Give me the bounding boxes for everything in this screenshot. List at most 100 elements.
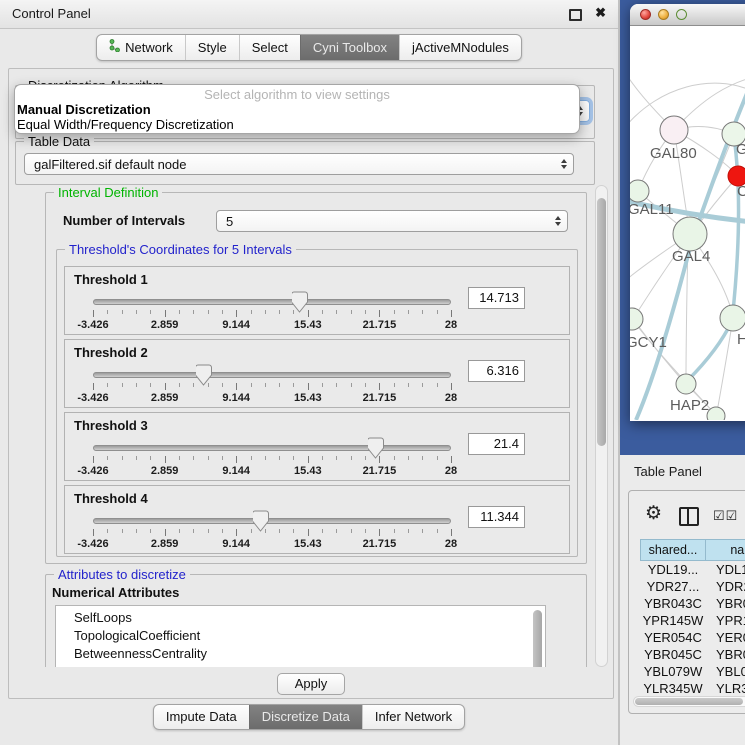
table-row[interactable]: YPR145WYPR1	[640, 612, 745, 629]
tick-label: -3.426	[77, 319, 108, 331]
threshold-3-value-field[interactable]: 21.4	[468, 433, 525, 455]
cell[interactable]: YBL0	[706, 663, 745, 680]
node-gal11[interactable]	[630, 180, 649, 202]
tab-jactivemnodules[interactable]: jActiveMNodules	[399, 35, 521, 60]
cell[interactable]: YBR045C	[640, 646, 706, 663]
settings-vertical-scrollbar[interactable]	[595, 185, 608, 667]
network-canvas[interactable]: GAL80 GA C GAL11 GAL4 GCY1 H HAP2	[630, 26, 745, 420]
table-row[interactable]: YBL079WYBL0	[640, 663, 745, 680]
table-row[interactable]: YLR345WYLR3	[640, 680, 745, 697]
tab-infer-network[interactable]: Infer Network	[362, 705, 464, 729]
threshold-panel-3: Threshold 3 -3.426 2.859	[64, 412, 570, 481]
cell[interactable]: YBL079W	[640, 663, 706, 680]
tick-label: 2.859	[151, 319, 179, 331]
node-gcy1[interactable]	[630, 308, 643, 330]
threshold-4-slider[interactable]: -3.426 2.859 9.144 15.43 21.715 28	[93, 510, 451, 550]
node-gal80[interactable]	[660, 116, 688, 144]
tab-select[interactable]: Select	[239, 35, 300, 60]
tick-label: 2.859	[151, 538, 179, 550]
attributes-group: Attributes to discretize Numerical Attri…	[45, 574, 587, 667]
table-row[interactable]: YDR27...YDR2	[640, 578, 745, 595]
threshold-2-value-field[interactable]: 6.316	[468, 360, 525, 382]
number-of-intervals-value: 5	[226, 214, 233, 229]
cell[interactable]: YDL1	[706, 561, 745, 578]
list-item-betweennesscentrality[interactable]: BetweennessCentrality	[56, 645, 545, 663]
column-header-name[interactable]: name	[705, 539, 745, 561]
cell[interactable]: YBR0	[706, 595, 745, 612]
cell[interactable]: YBR043C	[640, 595, 706, 612]
list-item-topologicalcoefficient[interactable]: TopologicalCoefficient	[56, 627, 545, 645]
tick-label: 21.715	[363, 465, 397, 477]
dropdown-item-equal-width[interactable]: Equal Width/Frequency Discretization	[15, 117, 579, 132]
table-data-group: Table Data galFiltered.sif default node	[15, 141, 595, 185]
numerical-attributes-label: Numerical Attributes	[52, 585, 179, 600]
cell[interactable]: YPR1	[706, 612, 745, 629]
table-horizontal-scrollbar[interactable]	[633, 696, 745, 707]
tab-cyni-label: Cyni Toolbox	[313, 40, 387, 55]
interval-definition-label: Interval Definition	[54, 185, 162, 200]
cell[interactable]: YER0	[706, 629, 745, 646]
cell[interactable]: YLR3	[706, 680, 745, 697]
column-header-shared-name[interactable]: shared...	[640, 539, 706, 561]
split-column-icon[interactable]	[679, 507, 699, 526]
zoom-traffic-light-icon[interactable]	[676, 9, 687, 20]
slider-track[interactable]	[93, 299, 451, 305]
node-bottom[interactable]	[707, 407, 725, 420]
cell[interactable]: YPR145W	[640, 612, 706, 629]
table-data-select[interactable]: galFiltered.sif default node	[24, 153, 574, 175]
list-item-selfloops[interactable]: SelfLoops	[56, 606, 545, 627]
threshold-4-value-field[interactable]: 11.344	[468, 506, 525, 528]
float-window-icon[interactable]	[569, 9, 582, 21]
table-row[interactable]: YDL19...YDL1	[640, 561, 745, 578]
tab-jactive-label: jActiveMNodules	[412, 40, 509, 55]
tab-network[interactable]: Network	[97, 35, 185, 60]
select-columns-checkbox-icons[interactable]: ☑☑	[713, 508, 738, 524]
apply-button[interactable]: Apply	[277, 673, 345, 695]
scrollbar-thumb[interactable]	[635, 698, 743, 705]
table-row[interactable]: YER054CYER0	[640, 629, 745, 646]
node-hap2[interactable]	[676, 374, 696, 394]
tab-discretize-data[interactable]: Discretize Data	[249, 705, 362, 729]
slider-track[interactable]	[93, 445, 451, 451]
combo-arrows-icon	[561, 159, 567, 169]
algorithm-dropdown-popup: Select algorithm to view settings Manual…	[14, 84, 580, 134]
table-row[interactable]: YBR043CYBR0	[640, 595, 745, 612]
dropdown-item-manual[interactable]: Manual Discretization	[15, 102, 579, 117]
threshold-2-slider[interactable]: -3.426 2.859 9.144 15.43 21.715 28	[93, 364, 451, 404]
table-panel-title: Table Panel	[634, 464, 702, 479]
minimize-traffic-light-icon[interactable]	[658, 9, 669, 20]
gear-icon[interactable]: ⚙	[645, 502, 662, 525]
threshold-1-value-field[interactable]: 14.713	[468, 287, 525, 309]
node-label-ga: GA	[736, 141, 745, 158]
cell[interactable]: YLR345W	[640, 680, 706, 697]
cell[interactable]: YBR0	[706, 646, 745, 663]
threshold-1-slider[interactable]: -3.426 2.859 9.144 15.43 21.715 28	[93, 291, 451, 331]
cell[interactable]: YDR27...	[640, 578, 706, 595]
cell[interactable]: YER054C	[640, 629, 706, 646]
screen: Control Panel ✖ Network	[0, 0, 745, 745]
table-row[interactable]: YBR045CYBR0	[640, 646, 745, 663]
threshold-3-title: Threshold 3	[74, 418, 148, 433]
slider-track[interactable]	[93, 372, 451, 378]
tab-infer-label: Infer Network	[375, 709, 452, 724]
cell[interactable]: YDR2	[706, 578, 745, 595]
threshold-panel-2: Threshold 2 -3.426 2.859	[64, 339, 570, 408]
node-h[interactable]	[720, 305, 745, 331]
slider-tick-labels: -3.426 2.859 9.144 15.43 21.715 28	[93, 465, 451, 477]
slider-ticks	[93, 529, 451, 537]
attributes-scrollbar[interactable]	[532, 608, 543, 667]
scrollbar-thumb[interactable]	[597, 198, 606, 446]
cell[interactable]: YDL19...	[640, 561, 706, 578]
node-label-gcy1: GCY1	[630, 334, 667, 351]
slider-track[interactable]	[93, 518, 451, 524]
close-icon[interactable]: ✖	[595, 5, 606, 21]
tab-style[interactable]: Style	[185, 35, 239, 60]
tab-impute-data[interactable]: Impute Data	[154, 705, 249, 729]
close-traffic-light-icon[interactable]	[640, 9, 651, 20]
node-gal4[interactable]	[673, 217, 707, 251]
number-of-intervals-select[interactable]: 5	[216, 210, 568, 232]
tick-label: 21.715	[363, 319, 397, 331]
threshold-3-slider[interactable]: -3.426 2.859 9.144 15.43 21.715 28	[93, 437, 451, 477]
tab-impute-label: Impute Data	[166, 709, 237, 724]
tab-cyni-toolbox[interactable]: Cyni Toolbox	[300, 35, 399, 60]
